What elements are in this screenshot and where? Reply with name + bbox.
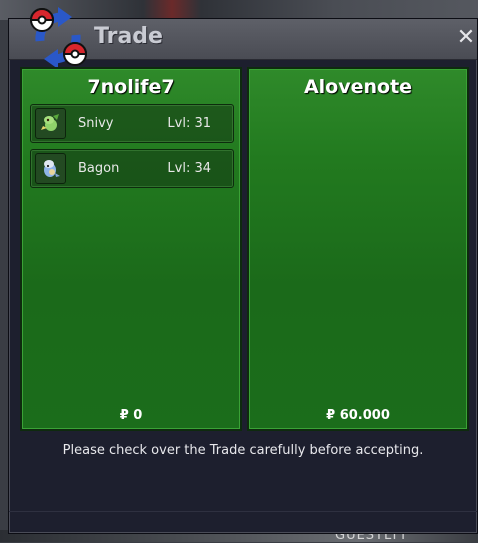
left-player-name: 7nolife7 bbox=[87, 76, 175, 98]
pokemon-row-bagon[interactable]: Bagon Lvl: 34 bbox=[30, 149, 234, 188]
right-player-name: Alovenote bbox=[303, 76, 413, 98]
footer-divider bbox=[9, 511, 477, 512]
left-money: ₽ 0 bbox=[119, 408, 143, 423]
left-trade-panel: 7nolife7 Snivy Lvl: 31 Bagon Lvl: 34 ₽ 0 bbox=[20, 67, 242, 431]
right-trade-panel: Alovenote ₽ 60.000 bbox=[247, 67, 469, 431]
pokemon-level: Lvl: 34 bbox=[167, 161, 211, 176]
window-title: Trade bbox=[94, 24, 163, 49]
pokemon-name: Snivy bbox=[78, 116, 114, 131]
close-icon[interactable]: ✕ bbox=[455, 25, 477, 51]
pokemon-row-snivy[interactable]: Snivy Lvl: 31 bbox=[30, 104, 234, 143]
pokemon-level: Lvl: 31 bbox=[167, 116, 211, 131]
snivy-icon bbox=[35, 108, 66, 139]
pokemon-name: Bagon bbox=[78, 161, 120, 176]
right-money: ₽ 60.000 bbox=[326, 408, 390, 423]
trade-warning-message: Please check over the Trade carefully be… bbox=[62, 443, 424, 458]
trade-exchange-icon bbox=[29, 7, 88, 69]
bagon-icon bbox=[35, 153, 66, 184]
trade-window: Trade ✕ 7nolife7 Snivy Lvl: 31 Bagon Lvl… bbox=[8, 7, 478, 534]
trade-panels: 7nolife7 Snivy Lvl: 31 Bagon Lvl: 34 ₽ 0… bbox=[18, 67, 469, 433]
